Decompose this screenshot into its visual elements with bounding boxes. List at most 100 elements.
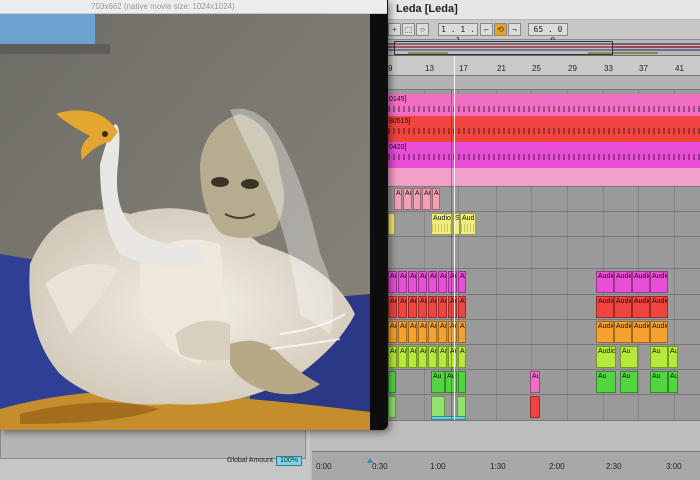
audio-clip[interactable]: Au bbox=[596, 371, 616, 393]
audio-clip[interactable]: Au bbox=[388, 346, 397, 368]
clip-name: 80515] bbox=[389, 118, 411, 125]
audio-clip[interactable]: Audio bbox=[632, 321, 650, 343]
audio-clip[interactable]: Au bbox=[408, 346, 417, 368]
audio-clip[interactable] bbox=[388, 371, 396, 393]
audio-clip[interactable]: Au bbox=[650, 346, 668, 368]
audio-clip[interactable]: Au bbox=[428, 321, 437, 343]
overview-selection[interactable] bbox=[394, 41, 613, 55]
audio-clip-long[interactable] bbox=[388, 168, 700, 186]
audio-clip[interactable]: Audio bbox=[632, 271, 650, 293]
time-ruler[interactable]: 0:00 0:30 1:00 1:30 2:00 2:30 3:00 bbox=[312, 451, 700, 480]
audio-clip[interactable] bbox=[431, 396, 445, 418]
audio-clip[interactable]: Au bbox=[398, 346, 407, 368]
movie-window-edge bbox=[370, 14, 387, 430]
audio-clip[interactable]: Au bbox=[458, 346, 466, 368]
audio-clip[interactable]: Au bbox=[431, 371, 445, 393]
audio-clip[interactable]: Au bbox=[418, 271, 427, 293]
audio-clip[interactable]: Audio bbox=[632, 296, 650, 318]
audio-clip[interactable]: Au bbox=[428, 346, 437, 368]
audio-clip-long[interactable]: 80515] bbox=[388, 116, 700, 142]
audio-clip[interactable]: Au bbox=[418, 321, 427, 343]
audio-clip[interactable]: Au bbox=[388, 271, 397, 293]
audio-clip[interactable] bbox=[388, 213, 395, 235]
clip-name: Audio bbox=[616, 298, 631, 305]
audio-clip[interactable]: Audio bbox=[650, 271, 668, 293]
audio-clip[interactable]: Au bbox=[408, 321, 417, 343]
arrangement-position[interactable]: 1 . 1 . 1 bbox=[438, 23, 478, 45]
movie-title-bar[interactable]: 703x662 (native movie size: 1024x1024) bbox=[0, 0, 387, 14]
audio-clip[interactable]: Au bbox=[428, 296, 437, 318]
audio-clip[interactable]: Au bbox=[388, 296, 397, 318]
audio-clip[interactable]: Au bbox=[403, 188, 412, 210]
audio-clip[interactable]: Au bbox=[458, 296, 466, 318]
audio-clip[interactable]: Au bbox=[458, 321, 466, 343]
clip-name: Au bbox=[433, 373, 442, 380]
audio-clip[interactable]: Au bbox=[438, 271, 447, 293]
audio-clip[interactable]: Audio bbox=[614, 321, 632, 343]
audio-clip-long[interactable]: 0420] bbox=[388, 142, 700, 168]
audio-clip[interactable]: Au bbox=[398, 321, 407, 343]
audio-clip[interactable]: Au bbox=[620, 346, 638, 368]
audio-clip[interactable]: Au bbox=[408, 271, 417, 293]
movie-size-caption: 703x662 (native movie size: 1024x1024) bbox=[91, 2, 235, 11]
audio-clip[interactable]: Au bbox=[668, 346, 678, 368]
audio-clip[interactable] bbox=[388, 396, 396, 418]
audio-clip[interactable]: Au bbox=[620, 371, 638, 393]
scrub-area[interactable] bbox=[388, 76, 700, 90]
audio-clip[interactable]: Au bbox=[448, 321, 457, 343]
audio-clip[interactable]: Audio bbox=[650, 296, 668, 318]
audio-clip[interactable]: Au bbox=[432, 188, 440, 210]
audio-clip[interactable]: Audio bbox=[596, 346, 616, 368]
audio-clip[interactable]: Au bbox=[388, 321, 397, 343]
audio-clip[interactable]: Au bbox=[428, 271, 437, 293]
video-frame[interactable] bbox=[0, 14, 370, 430]
audio-clip[interactable]: Audio bbox=[596, 271, 614, 293]
punch-out-icon[interactable]: ¬ bbox=[508, 23, 521, 36]
audio-clip[interactable]: Au bbox=[458, 271, 466, 293]
audio-clip[interactable]: Audio bbox=[596, 321, 614, 343]
global-amount-field[interactable]: 100% bbox=[276, 456, 302, 466]
record-circle-icon[interactable]: ○ bbox=[416, 23, 429, 36]
beat-time-ruler[interactable]: 9 13 17 21 25 29 33 37 41 bbox=[388, 56, 700, 76]
audio-clip[interactable]: Au bbox=[530, 371, 540, 393]
audio-clip[interactable] bbox=[458, 371, 466, 393]
audio-clip[interactable]: Au bbox=[438, 321, 447, 343]
audio-clip[interactable]: Audio bbox=[431, 213, 453, 235]
audio-clip[interactable]: Au bbox=[448, 296, 457, 318]
audio-clip[interactable]: Au bbox=[398, 296, 407, 318]
audio-clip-long[interactable]: 0145] bbox=[388, 94, 700, 116]
daw-title-bar[interactable]: Leda [Leda] bbox=[388, 0, 700, 20]
audio-clip[interactable]: Au bbox=[418, 346, 427, 368]
audio-clip[interactable]: Au bbox=[448, 271, 457, 293]
audio-clip[interactable]: Au bbox=[418, 296, 427, 318]
clip-name: Au bbox=[400, 323, 406, 330]
audio-clip[interactable]: Au bbox=[438, 346, 447, 368]
arrangement-overview[interactable] bbox=[388, 40, 700, 56]
audio-clip[interactable]: Au bbox=[650, 371, 668, 393]
audio-clip[interactable]: Au bbox=[668, 371, 678, 393]
track-separator bbox=[388, 394, 700, 395]
audio-clip[interactable]: Audio bbox=[614, 271, 632, 293]
audio-clip[interactable] bbox=[530, 396, 540, 418]
audio-clip[interactable]: Audio bbox=[650, 321, 668, 343]
audio-clip[interactable]: Aud bbox=[460, 213, 476, 235]
loop-toggle-icon[interactable]: ⟲ bbox=[494, 23, 507, 36]
arrangement-view[interactable]: 0145] 80515] 0420] Au Au Au Au Au Audio bbox=[388, 90, 700, 420]
audio-clip[interactable]: Au bbox=[398, 271, 407, 293]
loop-length[interactable]: 65 . 0 . 0 bbox=[528, 23, 568, 45]
audio-clip[interactable]: Au bbox=[422, 188, 431, 210]
punch-in-icon[interactable]: ⌐ bbox=[480, 23, 493, 36]
audio-clip[interactable]: Au bbox=[438, 296, 447, 318]
movie-player-window: 703x662 (native movie size: 1024x1024) bbox=[0, 0, 388, 430]
audio-clip[interactable]: Au bbox=[394, 188, 402, 210]
audio-clip[interactable]: Audio bbox=[614, 296, 632, 318]
key-map-icon[interactable]: ⬚ bbox=[402, 23, 415, 36]
audio-clip[interactable]: Au bbox=[408, 296, 417, 318]
audio-clip[interactable]: Au bbox=[413, 188, 421, 210]
clip-waveform bbox=[388, 128, 700, 134]
draw-mode-icon[interactable]: + bbox=[388, 23, 401, 36]
audio-clip[interactable]: Audio bbox=[596, 296, 614, 318]
playhead[interactable] bbox=[454, 56, 455, 460]
audio-clip[interactable]: Au bbox=[448, 346, 457, 368]
audio-clip[interactable] bbox=[457, 396, 466, 418]
